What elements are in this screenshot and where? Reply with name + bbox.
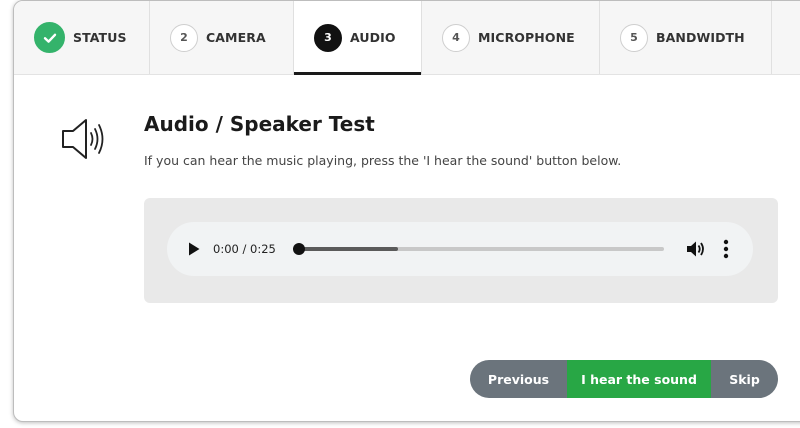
page-title: Audio / Speaker Test <box>144 112 375 136</box>
instructions-text: If you can hear the music playing, press… <box>144 153 622 168</box>
time-display: 0:00 / 0:25 <box>213 242 276 256</box>
tab-label: MICROPHONE <box>478 30 575 45</box>
tab-status[interactable]: STATUS <box>14 1 150 74</box>
audio-player: 0:00 / 0:25 <box>167 222 753 276</box>
step-number: 3 <box>314 23 342 52</box>
previous-button[interactable]: Previous <box>470 360 567 398</box>
buffered-progress <box>300 247 399 251</box>
tab-label: CAMERA <box>206 30 266 45</box>
tab-audio[interactable]: 3 AUDIO <box>294 1 422 75</box>
volume-icon[interactable] <box>686 240 706 263</box>
more-vertical-icon[interactable] <box>723 239 729 264</box>
progress-slider[interactable] <box>300 247 664 251</box>
slider-thumb[interactable] <box>293 243 305 255</box>
tab-microphone[interactable]: 4 MICROPHONE <box>422 1 600 74</box>
checkmark-icon <box>34 22 65 53</box>
tab-label: STATUS <box>73 30 127 45</box>
step-number: 4 <box>442 23 470 52</box>
test-card: STATUS 2 CAMERA 3 AUDIO 4 MICROPHONE 5 B… <box>13 0 800 422</box>
tab-label: BANDWIDTH <box>656 30 745 45</box>
speaker-icon <box>60 117 112 166</box>
action-buttons: Previous I hear the sound Skip <box>470 360 778 398</box>
skip-button[interactable]: Skip <box>711 360 778 398</box>
tab-bandwidth[interactable]: 5 BANDWIDTH <box>600 1 772 74</box>
player-container: 0:00 / 0:25 <box>144 198 778 303</box>
step-tabs: STATUS 2 CAMERA 3 AUDIO 4 MICROPHONE 5 B… <box>14 1 800 75</box>
hear-sound-button[interactable]: I hear the sound <box>567 360 711 398</box>
tab-camera[interactable]: 2 CAMERA <box>150 1 294 74</box>
step-number: 2 <box>170 23 198 52</box>
step-number: 5 <box>620 23 648 52</box>
play-icon[interactable] <box>188 242 200 261</box>
tab-label: AUDIO <box>350 30 396 45</box>
